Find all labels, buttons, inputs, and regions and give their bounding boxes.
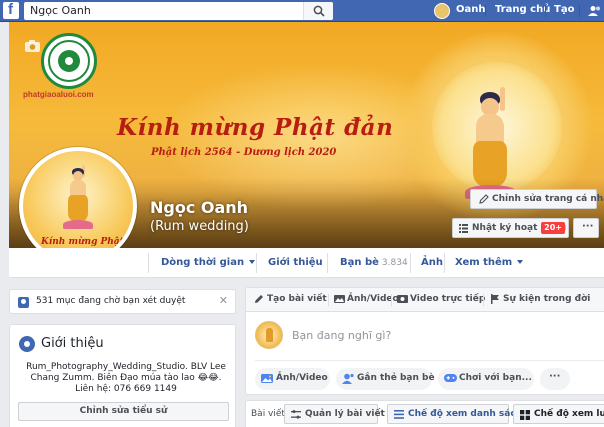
profile-picture-greeting: Kính mừng Phật đản [41, 237, 133, 247]
composer-play-label: Chơi với bạn... [459, 373, 532, 383]
activity-log-badge: 20+ [541, 222, 565, 234]
photo-icon [261, 374, 273, 383]
list-view-label: Chế độ xem danh sách [408, 409, 523, 419]
tab-photo-video[interactable]: Ảnh/Video [334, 294, 399, 304]
top-navigation-bar: f Ngọc Oanh Oanh Trang chủ Tạo [0, 0, 604, 22]
composer-tab-divider [328, 294, 329, 306]
profile-tab-bar: Dòng thời gian Giới thiệu Bạn bè 3.834 Ản… [9, 248, 604, 278]
edit-bio-button[interactable]: Chỉnh sửa tiểu sử [18, 402, 229, 421]
tag-friends-icon [342, 373, 354, 384]
settings-sliders-icon [291, 410, 301, 419]
profile-buddha-figure [63, 165, 93, 235]
pencil-icon [479, 194, 489, 204]
grid-view-label: Chế độ xem lưới [534, 409, 604, 419]
tab-create-post[interactable]: Tạo bài viết [254, 294, 327, 304]
photo-icon [334, 295, 345, 303]
composer-tab-divider [391, 294, 392, 306]
tab-timeline[interactable]: Dòng thời gian [161, 257, 256, 268]
tab-live-video[interactable]: Video trực tiếp [397, 294, 485, 304]
composer-tag-friends-button[interactable]: Gắn thẻ bạn bè [336, 368, 435, 390]
profile-alternate-name: (Rum wedding) [150, 219, 249, 234]
manage-posts-label: Quản lý bài viết [305, 409, 385, 419]
grid-view-icon [520, 410, 530, 420]
camera-icon[interactable] [25, 40, 40, 52]
intro-card: Giới thiệu Rum_Photography_Wedding_Studi… [9, 324, 236, 427]
profile-more-button[interactable]: ··· [573, 218, 599, 238]
pending-review-card[interactable]: 531 mục đang chờ bạn xét duyệt ✕ [9, 289, 236, 314]
friend-requests-icon[interactable] [588, 5, 602, 17]
list-icon [459, 224, 468, 233]
tab-photos[interactable]: Ảnh [421, 257, 443, 268]
more-icon: ··· [582, 221, 594, 232]
composer-photo-button[interactable]: Ảnh/Video [255, 368, 330, 390]
cover-greeting: Kính mừng Phật đản [117, 114, 394, 141]
list-view-button[interactable]: Chế độ xem danh sách [387, 404, 522, 424]
posts-label: Bài viết [251, 409, 285, 419]
search-button[interactable] [303, 2, 333, 20]
edit-profile-label: Chỉnh sửa trang cá nhân [492, 194, 604, 204]
buddhist-association-logo [41, 33, 97, 89]
tab-divider [444, 253, 445, 273]
user-avatar[interactable] [434, 3, 450, 19]
search-input[interactable]: Ngọc Oanh [24, 2, 333, 20]
search-input-value[interactable]: Ngọc Oanh [30, 4, 91, 17]
nav-home-link[interactable]: Trang chủ [495, 4, 550, 15]
composer-photo-label: Ảnh/Video [276, 373, 328, 383]
nav-user-name[interactable]: Oanh [456, 4, 486, 15]
nav-divider [579, 5, 580, 17]
more-icon: ··· [549, 371, 561, 382]
game-controller-icon [444, 374, 457, 382]
cover-site-url: phatgiaoaluoi.com [23, 90, 94, 99]
nav-divider [485, 5, 486, 17]
tab-friends[interactable]: Bạn bè 3.834 [340, 257, 408, 268]
intro-title: Giới thiệu [41, 336, 104, 351]
composer-avatar [255, 321, 283, 349]
nav-create-link[interactable]: Tạo [554, 4, 574, 15]
search-icon [313, 5, 325, 17]
close-icon[interactable]: ✕ [219, 294, 228, 307]
facebook-logo[interactable]: f [3, 1, 19, 19]
intro-bio: Rum_Photography_Wedding_Studio. BLV Lee … [26, 362, 226, 394]
pending-review-text[interactable]: 531 mục đang chờ bạn xét duyệt [36, 296, 185, 306]
tab-life-event[interactable]: Sự kiện trong đời [490, 294, 590, 304]
tab-divider [327, 253, 328, 273]
edit-profile-button[interactable]: Chỉnh sửa trang cá nhân [470, 189, 604, 209]
tab-divider [256, 253, 257, 273]
composer-tabs: Tạo bài viết Ảnh/Video Video trực tiếp S… [246, 288, 604, 312]
tab-divider [148, 253, 149, 273]
video-icon [397, 295, 408, 303]
posts-filter-bar: Bài viết Quản lý bài viết Chế độ xem dan… [245, 400, 604, 427]
review-icon [18, 297, 29, 308]
globe-icon [19, 336, 35, 352]
tab-divider [410, 253, 411, 273]
nav-divider [545, 5, 546, 17]
composer-play-with-friends-button[interactable]: Chơi với bạn... [438, 368, 534, 390]
list-view-icon [394, 410, 404, 419]
composer-divider [255, 360, 604, 361]
composer-input[interactable]: Bạn đang nghĩ gì? [292, 329, 391, 342]
tab-more[interactable]: Xem thêm [455, 257, 524, 268]
grid-view-button[interactable]: Chế độ xem lưới [513, 404, 604, 424]
cover-greeting-sub: Phật lịch 2564 - Dương lịch 2020 [151, 147, 337, 158]
pencil-icon [255, 295, 263, 303]
post-composer: Tạo bài viết Ảnh/Video Video trực tiếp S… [245, 287, 604, 395]
friends-count: 3.834 [381, 258, 408, 268]
composer-tab-divider [483, 294, 484, 306]
manage-posts-button[interactable]: Quản lý bài viết [284, 404, 385, 424]
tab-about[interactable]: Giới thiệu [268, 257, 323, 268]
profile-name[interactable]: Ngọc Oanh [150, 198, 248, 217]
composer-more-button[interactable]: ··· [540, 368, 570, 390]
activity-log-button[interactable]: Nhật ký hoạt động 20+ [452, 218, 569, 238]
composer-tag-friends-label: Gắn thẻ bạn bè [357, 373, 435, 383]
flag-icon [491, 294, 499, 304]
